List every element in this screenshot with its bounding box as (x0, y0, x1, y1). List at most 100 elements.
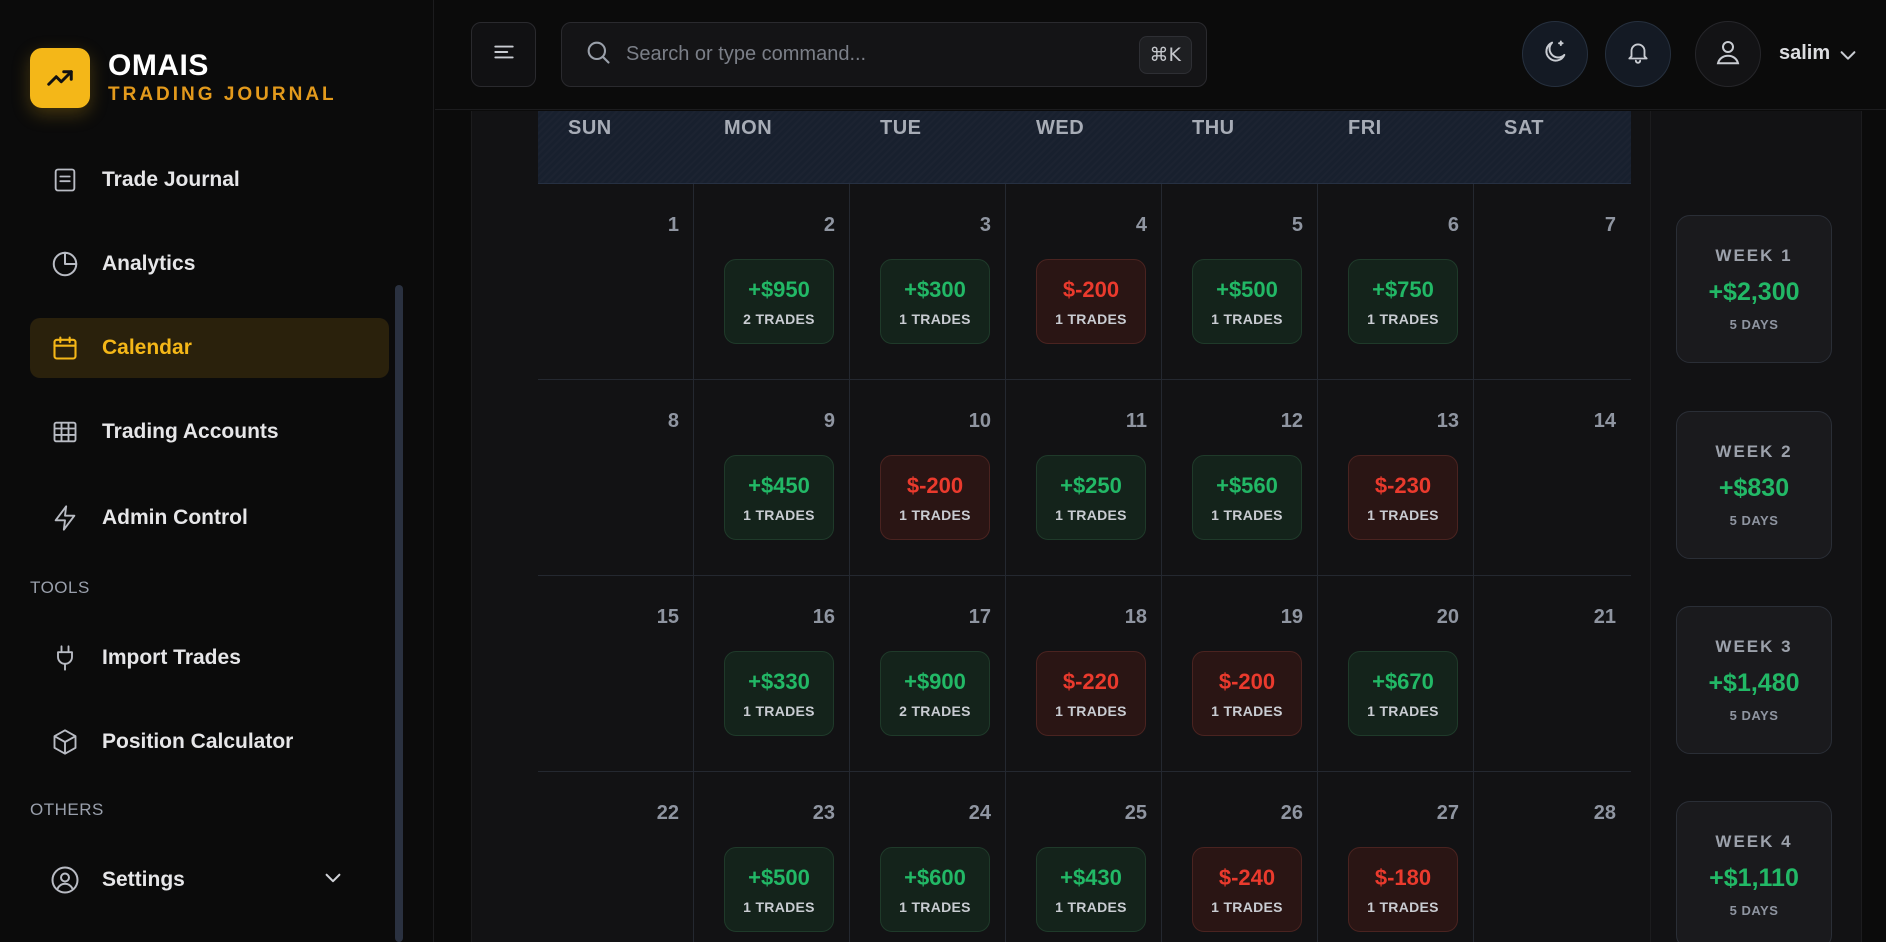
day-pnl-card[interactable]: +$900 2 TRADES (880, 651, 990, 736)
theme-toggle-button[interactable] (1522, 21, 1588, 87)
chevron-down-icon[interactable] (1837, 44, 1859, 71)
day-pnl-card[interactable]: +$450 1 TRADES (724, 455, 834, 540)
sidebar-item-label: Analytics (102, 252, 196, 275)
calendar-day-cell[interactable]: 25 +$430 1 TRADES (1006, 772, 1162, 942)
menu-toggle-button[interactable] (471, 22, 536, 87)
avatar[interactable] (1695, 21, 1761, 87)
calendar-day-cell[interactable]: 11 +$250 1 TRADES (1006, 380, 1162, 576)
calendar-day-cell[interactable]: 3 +$300 1 TRADES (850, 184, 1006, 380)
calendar-day-cell[interactable]: 8 (538, 380, 694, 576)
calendar-day-cell[interactable]: 7 (1474, 184, 1630, 380)
calendar-day-cell[interactable]: 5 +$500 1 TRADES (1162, 184, 1318, 380)
week-summary-card[interactable]: WEEK 2 +$830 5 DAYS (1676, 411, 1832, 559)
weekday-label: FRI (1348, 117, 1382, 139)
day-pnl-card[interactable]: +$560 1 TRADES (1192, 455, 1302, 540)
brand-subtitle: TRADING JOURNAL (108, 84, 337, 105)
sidebar-item-admin-control[interactable]: Admin Control (30, 488, 389, 548)
calendar-day-cell[interactable]: 20 +$670 1 TRADES (1318, 576, 1474, 772)
user-name[interactable]: salim (1779, 42, 1830, 65)
day-number: 16 (812, 606, 835, 628)
search-bar[interactable]: ⌘K (561, 22, 1207, 87)
calendar-day-cell[interactable]: 14 (1474, 380, 1630, 576)
calendar-day-cell[interactable]: 18 $-220 1 TRADES (1006, 576, 1162, 772)
pnl-amount: $-200 (1218, 668, 1276, 694)
day-pnl-card[interactable]: +$330 1 TRADES (724, 651, 834, 736)
day-number: 27 (1436, 802, 1459, 824)
pnl-amount: +$330 (748, 668, 810, 694)
week-summary-card[interactable]: WEEK 4 +$1,110 5 DAYS (1676, 801, 1832, 942)
pnl-amount: +$600 (904, 864, 966, 890)
day-pnl-card[interactable]: +$750 1 TRADES (1348, 259, 1458, 344)
calendar-day-cell[interactable]: 17 +$900 2 TRADES (850, 576, 1006, 772)
calendar-icon (50, 333, 80, 363)
calendar-day-cell[interactable]: 9 +$450 1 TRADES (694, 380, 850, 576)
moon-icon (1541, 38, 1569, 71)
calendar-day-cell[interactable]: 6 +$750 1 TRADES (1318, 184, 1474, 380)
pnl-amount: +$500 (748, 864, 810, 890)
day-pnl-card[interactable]: +$950 2 TRADES (724, 259, 834, 344)
sidebar-item-label: Calendar (102, 336, 192, 359)
day-pnl-card[interactable]: $-230 1 TRADES (1348, 455, 1458, 540)
day-number: 14 (1593, 410, 1616, 432)
notifications-button[interactable] (1605, 21, 1671, 87)
calendar-day-cell[interactable]: 1 (538, 184, 694, 380)
calendar-day-cell[interactable]: 19 $-200 1 TRADES (1162, 576, 1318, 772)
day-pnl-card[interactable]: $-200 1 TRADES (1036, 259, 1146, 344)
calendar-day-cell[interactable]: 22 (538, 772, 694, 942)
week-days: 5 DAYS (1729, 903, 1779, 918)
plug-icon (50, 643, 80, 673)
day-number: 12 (1280, 410, 1303, 432)
pnl-amount: +$250 (1060, 472, 1122, 498)
sidebar-item-trading-accounts[interactable]: Trading Accounts (30, 402, 389, 462)
trade-count: 1 TRADES (1211, 310, 1283, 327)
sidebar-item-import-trades[interactable]: Import Trades (30, 628, 389, 688)
week-days: 5 DAYS (1729, 708, 1779, 723)
trade-count: 1 TRADES (1055, 310, 1127, 327)
day-pnl-card[interactable]: $-240 1 TRADES (1192, 847, 1302, 932)
calendar-day-cell[interactable]: 28 (1474, 772, 1630, 942)
day-number: 8 (667, 410, 679, 432)
day-pnl-card[interactable]: $-220 1 TRADES (1036, 651, 1146, 736)
brand-logo[interactable]: OMAIS TRADING JOURNAL (30, 48, 337, 108)
sidebar-item-calendar[interactable]: Calendar (30, 318, 389, 378)
calendar-day-cell[interactable]: 15 (538, 576, 694, 772)
pnl-amount: $-180 (1374, 864, 1432, 890)
week-summary-card[interactable]: WEEK 1 +$2,300 5 DAYS (1676, 215, 1832, 363)
day-pnl-card[interactable]: +$430 1 TRADES (1036, 847, 1146, 932)
day-pnl-card[interactable]: +$600 1 TRADES (880, 847, 990, 932)
week-label: WEEK 4 (1715, 832, 1793, 851)
calendar-weekday-header: SUN MON TUE WED THU FRI SAT (538, 111, 1631, 184)
week-total: +$830 (1718, 474, 1790, 502)
sidebar-item-analytics[interactable]: Analytics (30, 234, 389, 294)
day-pnl-card[interactable]: +$670 1 TRADES (1348, 651, 1458, 736)
sidebar-item-trade-journal[interactable]: Trade Journal (30, 150, 389, 210)
calendar-day-cell[interactable]: 12 +$560 1 TRADES (1162, 380, 1318, 576)
search-input[interactable] (626, 43, 1106, 66)
pnl-amount: +$300 (904, 276, 966, 302)
day-pnl-card[interactable]: +$500 1 TRADES (724, 847, 834, 932)
section-label-others: OTHERS (30, 800, 104, 819)
trade-count: 1 TRADES (899, 898, 971, 915)
day-pnl-card[interactable]: $-180 1 TRADES (1348, 847, 1458, 932)
calendar-day-cell[interactable]: 23 +$500 1 TRADES (694, 772, 850, 942)
sidebar-item-settings[interactable]: Settings (30, 850, 389, 910)
calendar-day-cell[interactable]: 26 $-240 1 TRADES (1162, 772, 1318, 942)
week-summary-column: WEEK 1 +$2,300 5 DAYS WEEK 2 +$830 5 DAYS WEEK… (1650, 111, 1862, 942)
calendar-day-cell[interactable]: 2 +$950 2 TRADES (694, 184, 850, 380)
calendar-day-cell[interactable]: 16 +$330 1 TRADES (694, 576, 850, 772)
week-summary-card[interactable]: WEEK 3 +$1,480 5 DAYS (1676, 606, 1832, 754)
day-pnl-card[interactable]: +$500 1 TRADES (1192, 259, 1302, 344)
calendar-day-cell[interactable]: 21 (1474, 576, 1630, 772)
sidebar-scrollbar[interactable] (395, 285, 403, 942)
calendar-day-cell[interactable]: 10 $-200 1 TRADES (850, 380, 1006, 576)
day-pnl-card[interactable]: $-200 1 TRADES (880, 455, 990, 540)
day-pnl-card[interactable]: +$250 1 TRADES (1036, 455, 1146, 540)
day-pnl-card[interactable]: $-200 1 TRADES (1192, 651, 1302, 736)
chevron-down-icon[interactable] (322, 867, 344, 894)
day-pnl-card[interactable]: +$300 1 TRADES (880, 259, 990, 344)
sidebar-item-position-calculator[interactable]: Position Calculator (30, 712, 389, 772)
calendar-day-cell[interactable]: 4 $-200 1 TRADES (1006, 184, 1162, 380)
calendar-day-cell[interactable]: 27 $-180 1 TRADES (1318, 772, 1474, 942)
calendar-day-cell[interactable]: 24 +$600 1 TRADES (850, 772, 1006, 942)
calendar-day-cell[interactable]: 13 $-230 1 TRADES (1318, 380, 1474, 576)
